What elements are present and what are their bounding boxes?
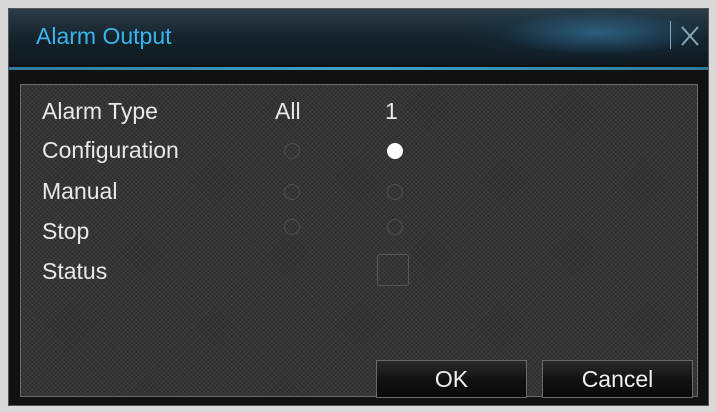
alarm-type-header: Alarm Type bbox=[42, 98, 158, 124]
cancel-button[interactable]: Cancel bbox=[542, 360, 693, 398]
title-bar: Alarm Output bbox=[9, 9, 708, 65]
stop-1-radio[interactable] bbox=[387, 219, 403, 235]
dialog-title: Alarm Output bbox=[36, 23, 172, 49]
status-checkbox[interactable] bbox=[377, 254, 409, 286]
manual-all-radio[interactable] bbox=[284, 184, 300, 200]
configuration-1-radio[interactable] bbox=[387, 143, 403, 159]
alarm-panel: Alarm Type All 1 Configuration Manual St… bbox=[20, 84, 698, 398]
row-configuration-label: Configuration bbox=[42, 137, 179, 163]
close-icon bbox=[681, 26, 699, 46]
row-status-label: Status bbox=[42, 258, 108, 284]
column-all-header: All bbox=[275, 98, 301, 124]
column-1-header: 1 bbox=[385, 98, 398, 124]
title-underline bbox=[9, 67, 708, 70]
close-button[interactable] bbox=[677, 19, 703, 51]
stop-all-radio[interactable] bbox=[284, 219, 300, 235]
ok-button[interactable]: OK bbox=[376, 360, 527, 398]
manual-1-radio[interactable] bbox=[387, 184, 403, 200]
title-separator bbox=[670, 21, 671, 49]
row-manual-label: Manual bbox=[42, 178, 118, 204]
alarm-output-dialog: Alarm Output Alarm Type All 1 Configurat… bbox=[8, 8, 709, 406]
row-stop-label: Stop bbox=[42, 218, 90, 244]
configuration-all-radio[interactable] bbox=[284, 143, 300, 159]
